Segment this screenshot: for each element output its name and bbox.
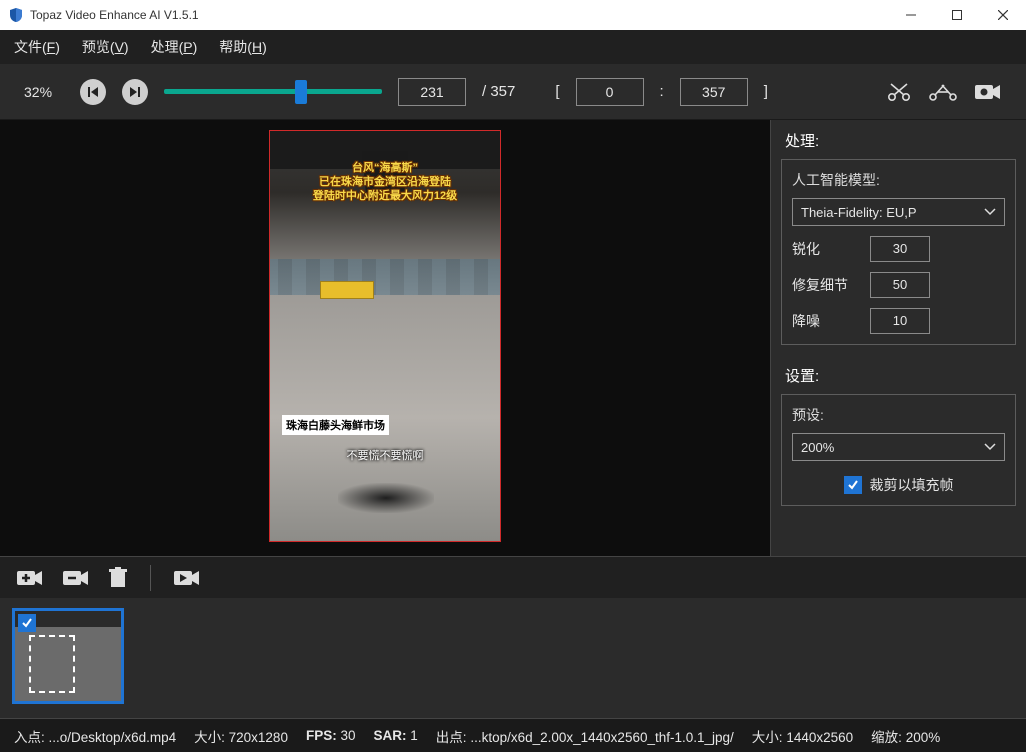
preset-dropdown[interactable]: 200%: [792, 433, 1005, 461]
section-settings-title: 设置:: [771, 355, 1026, 394]
app-logo-icon: [8, 7, 24, 23]
sar: SAR: 1: [374, 728, 418, 743]
middle-area: 台风“海高斯” 已在珠海市金湾区沿海登陆 登陆时中心附近最大风力12级 珠海白藤…: [0, 120, 1026, 556]
trash-button[interactable]: [108, 567, 128, 589]
in-point: 入点: ...o/Desktop/x6d.mp4: [14, 726, 176, 746]
splice-icon[interactable]: [928, 81, 958, 103]
preset-value: 200%: [801, 440, 834, 455]
denoise-input[interactable]: 10: [870, 308, 930, 334]
menu-file[interactable]: 文件(F): [14, 37, 60, 57]
menu-preview[interactable]: 预览(V): [82, 37, 129, 57]
model-label: 人工智能模型:: [792, 170, 1005, 190]
overlay-subtitle: 不要慌不要慌啊: [270, 447, 500, 463]
maximize-button[interactable]: [934, 0, 980, 30]
ai-model-dropdown[interactable]: Theia-Fidelity: EU,P: [792, 198, 1005, 226]
menu-bar: 文件(F) 预览(V) 处理(P) 帮助(H): [0, 30, 1026, 64]
window-title: Topaz Video Enhance AI V1.5.1: [30, 8, 199, 22]
frame-total-label: / 357: [482, 83, 515, 100]
sharpen-label: 锐化: [792, 239, 860, 259]
range-open-bracket: [: [555, 83, 559, 100]
fps: FPS: 30: [306, 728, 356, 743]
chevron-down-icon: [984, 208, 996, 216]
range-start-input[interactable]: 0: [576, 78, 644, 106]
current-frame-input[interactable]: 231: [398, 78, 466, 106]
range-end-input[interactable]: 357: [680, 78, 748, 106]
preview-viewport[interactable]: 台风“海高斯” 已在珠海市金湾区沿海登陆 登陆时中心附近最大风力12级 珠海白藤…: [0, 120, 770, 556]
prev-frame-button[interactable]: [80, 79, 106, 105]
cut-icon[interactable]: [886, 81, 912, 103]
scale: 缩放: 200%: [871, 726, 940, 746]
add-clip-button[interactable]: [16, 568, 44, 588]
range-colon: :: [660, 83, 664, 100]
denoise-label: 降噪: [792, 311, 860, 331]
close-button[interactable]: [980, 0, 1026, 30]
process-clip-button[interactable]: [173, 568, 201, 588]
overlay-headline: 台风“海高斯” 已在珠海市金湾区沿海登陆 登陆时中心附近最大风力12级: [270, 161, 500, 203]
sharpen-input[interactable]: 30: [870, 236, 930, 262]
record-icon[interactable]: [974, 82, 1002, 102]
range-close-bracket: ]: [764, 83, 768, 100]
thumbnail-strip: [0, 598, 1026, 718]
menu-process[interactable]: 处理(P): [151, 37, 198, 57]
out-size: 大小: 1440x2560: [752, 726, 853, 746]
zoom-percent: 32%: [24, 84, 64, 100]
remove-clip-button[interactable]: [62, 568, 90, 588]
overlay-location-label: 珠海白藤头海鲜市场: [282, 415, 389, 435]
out-point: 出点: ...ktop/x6d_2.00x_1440x2560_thf-1.0.…: [436, 726, 734, 746]
video-frame: 台风“海高斯” 已在珠海市金湾区沿海登陆 登陆时中心附近最大风力12级 珠海白藤…: [269, 130, 501, 542]
queue-thumbnail[interactable]: [12, 608, 124, 704]
toolbar-divider: [150, 565, 151, 591]
ai-model-value: Theia-Fidelity: EU,P: [801, 205, 917, 220]
restore-detail-label: 修复细节: [792, 275, 860, 295]
crop-fill-checkbox[interactable]: [844, 476, 862, 494]
settings-box: 预设: 200% 裁剪以填充帧: [781, 394, 1016, 506]
next-frame-button[interactable]: [122, 79, 148, 105]
playback-toolbar: 32% 231 / 357 [ 0 : 357 ]: [0, 64, 1026, 120]
crop-fill-label: 裁剪以填充帧: [870, 475, 954, 495]
section-process-title: 处理:: [771, 120, 1026, 159]
status-bar: 入点: ...o/Desktop/x6d.mp4 大小: 720x1280 FP…: [0, 718, 1026, 752]
right-panel: 处理: 人工智能模型: Theia-Fidelity: EU,P 锐化 30 修…: [770, 120, 1026, 556]
restore-detail-input[interactable]: 50: [870, 272, 930, 298]
menu-help[interactable]: 帮助(H): [219, 37, 266, 57]
title-bar: Topaz Video Enhance AI V1.5.1: [0, 0, 1026, 30]
thumbnail-checked-icon: [18, 614, 36, 632]
minimize-button[interactable]: [888, 0, 934, 30]
queue-toolbar: [0, 556, 1026, 598]
preset-label: 预设:: [792, 405, 1005, 425]
chevron-down-icon: [984, 443, 996, 451]
in-size: 大小: 720x1280: [194, 726, 288, 746]
process-box: 人工智能模型: Theia-Fidelity: EU,P 锐化 30 修复细节 …: [781, 159, 1016, 345]
timeline-slider[interactable]: [164, 80, 382, 104]
